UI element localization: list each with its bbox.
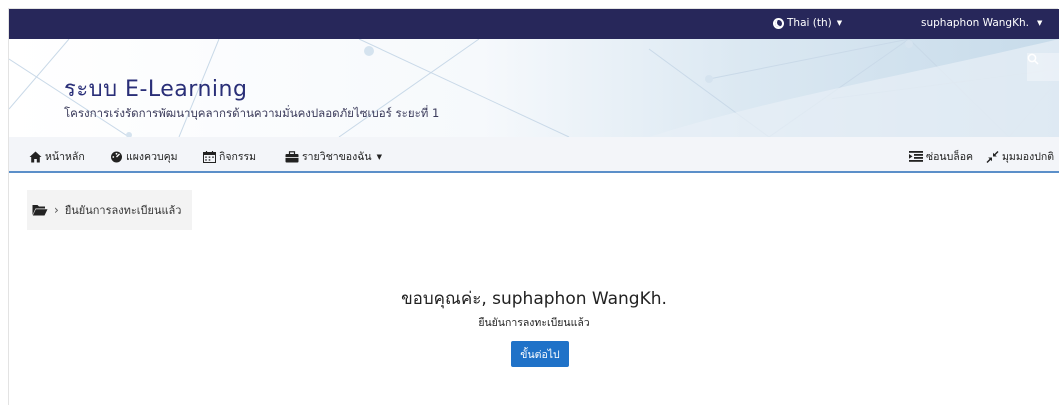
site-header: ระบบ E-Learning โครงการเร่งรัดการพัฒนาบุ…	[9, 39, 1059, 137]
folder-open-icon	[32, 205, 48, 216]
menu-home[interactable]: หน้าหลัก	[29, 148, 85, 165]
thank-you-heading: ขอบคุณค่ะ, suphaphon WangKh.	[401, 289, 667, 309]
menu-home-label: หน้าหลัก	[45, 151, 85, 163]
breadcrumb-current: ยืนยันการลงทะเบียนแล้ว	[64, 204, 182, 217]
top-navbar: Thai (th) ▼ suphaphon WangKh. ▼	[9, 9, 1059, 39]
site-subtitle: โครงการเร่งรัดการพัฒนาบุคลากรด้านความมั่…	[64, 106, 440, 120]
home-icon	[29, 151, 42, 162]
standard-view-label: มุมมองปกติ	[1002, 151, 1055, 163]
briefcase-icon	[285, 150, 299, 162]
menu-calendar-label: กิจกรรม	[219, 151, 257, 163]
menu-calendar[interactable]: กิจกรรม	[203, 148, 256, 165]
indent-list-icon	[909, 151, 923, 162]
language-menu[interactable]: Thai (th) ▼	[773, 17, 842, 29]
menu-my-courses[interactable]: รายวิชาของฉัน ▼	[285, 148, 382, 165]
search-icon	[1027, 53, 1039, 65]
breadcrumb: › ยืนยันการลงทะเบียนแล้ว	[27, 190, 192, 230]
continue-button[interactable]: ขั้นต่อไป	[511, 341, 569, 367]
breadcrumb-separator-icon: ›	[54, 203, 59, 217]
dashboard-icon	[111, 151, 122, 162]
main-menu-bar: หน้าหลัก แผงควบคุม กิจกรรม รายวิชาของฉัน…	[9, 137, 1059, 173]
hide-blocks-label: ซ่อนบล็อค	[926, 151, 974, 163]
page-frame: Thai (th) ▼ suphaphon WangKh. ▼ ระบบ E-L…	[8, 8, 1059, 405]
standard-view-button[interactable]: มุมมองปกติ	[986, 148, 1054, 165]
menu-dashboard-label: แผงควบคุม	[126, 151, 178, 163]
menu-my-courses-label: รายวิชาของฉัน	[302, 151, 372, 163]
search-button[interactable]	[1027, 53, 1059, 81]
site-title[interactable]: ระบบ E-Learning	[64, 71, 247, 106]
caret-down-icon: ▼	[376, 152, 382, 161]
caret-down-icon: ▼	[836, 19, 843, 27]
menu-dashboard[interactable]: แผงควบคุม	[110, 148, 178, 165]
enrolment-confirmed-text: ยืนยันการลงทะเบียนแล้ว	[478, 317, 590, 329]
user-menu[interactable]: suphaphon WangKh. ▼	[921, 17, 1042, 29]
calendar-icon	[203, 150, 216, 163]
user-name: suphaphon WangKh.	[921, 17, 1029, 29]
compress-icon	[986, 150, 999, 163]
caret-down-icon: ▼	[1036, 19, 1043, 27]
language-label: Thai (th)	[787, 17, 832, 29]
hide-blocks-button[interactable]: ซ่อนบล็อค	[909, 148, 973, 165]
globe-icon	[773, 17, 784, 29]
